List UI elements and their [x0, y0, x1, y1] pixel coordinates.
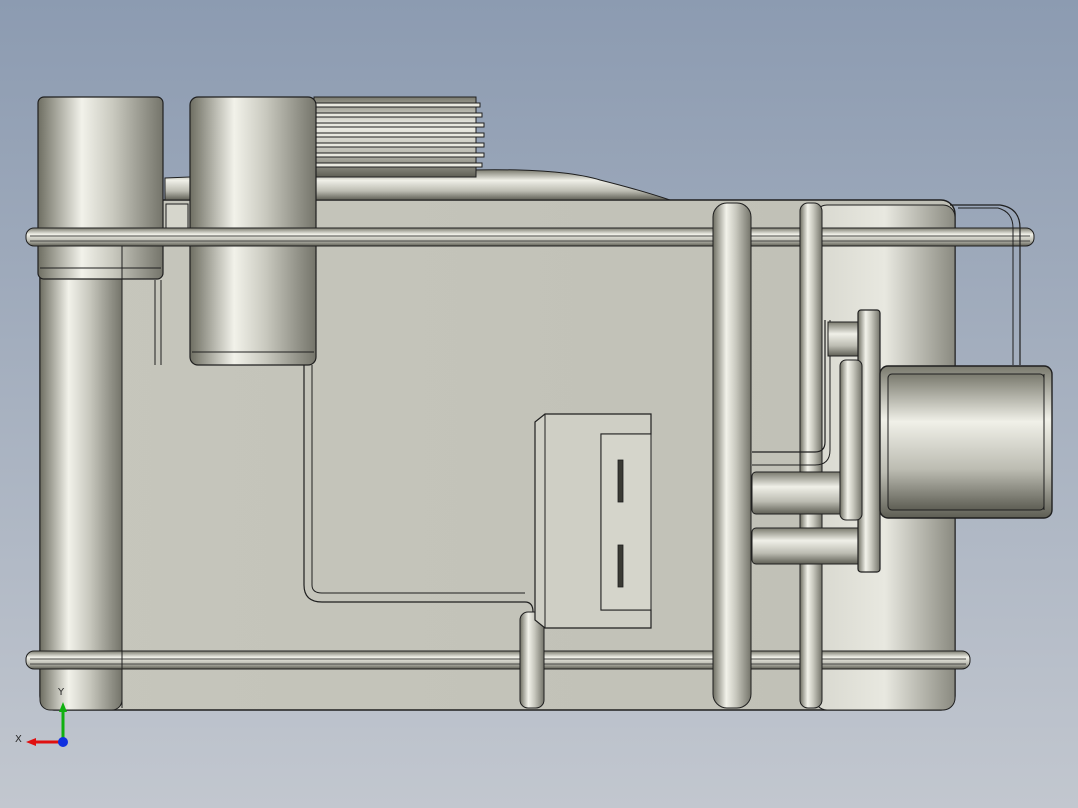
- electrical-connector[interactable]: [534, 413, 652, 629]
- outlet-pipe[interactable]: [879, 365, 1053, 519]
- triad-y-label: Y: [58, 687, 65, 698]
- threaded-cap: [313, 96, 485, 178]
- bottom-band: [25, 650, 971, 670]
- triad-x-label: X: [15, 734, 22, 745]
- graphics-viewport[interactable]: X Y: [0, 0, 1078, 808]
- part-model-view[interactable]: [0, 0, 1078, 808]
- top-band: [25, 227, 1035, 247]
